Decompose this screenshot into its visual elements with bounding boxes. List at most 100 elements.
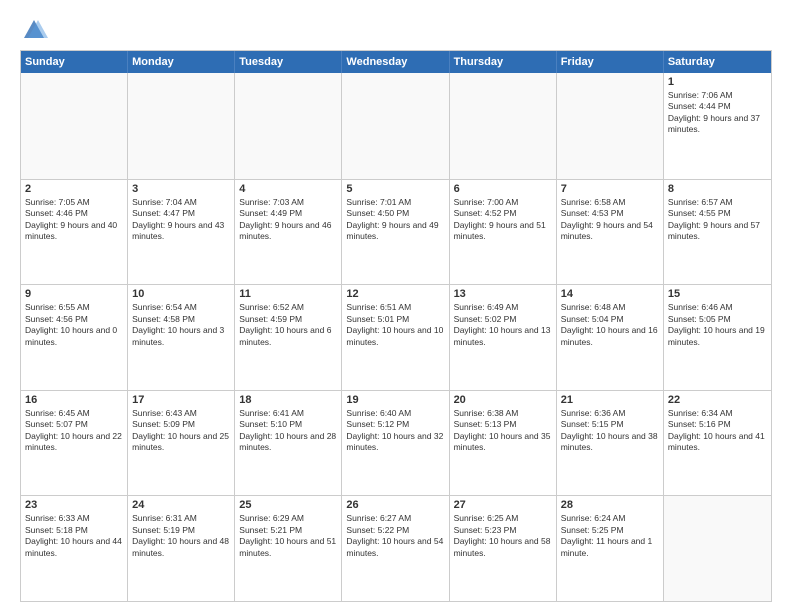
day-cell-17: 17 Sunrise: 6:43 AM Sunset: 5:09 PM Dayli… (128, 391, 235, 496)
logo (20, 16, 52, 44)
header-day-wednesday: Wednesday (342, 51, 449, 73)
day-text: Sunrise: 6:31 AM Sunset: 5:19 PM Dayligh… (132, 513, 230, 559)
header (20, 16, 772, 44)
day-text: Sunrise: 6:43 AM Sunset: 5:09 PM Dayligh… (132, 408, 230, 454)
day-number: 3 (132, 183, 230, 195)
day-cell-24: 24Sunrise: 6:31 AM Sunset: 5:19 PM Dayli… (128, 496, 235, 601)
day-number: 5 (346, 183, 444, 195)
day-number: 18 (239, 394, 337, 406)
day-cell-26: 26 Sunrise: 6:27 AM Sunset: 5:22 PM Dayli… (342, 496, 449, 601)
day-text: Sunrise: 6:29 AM Sunset: 5:21 PM Dayligh… (239, 513, 337, 559)
day-text: Sunrise: 6:55 AM Sunset: 4:56 PM Dayligh… (25, 302, 123, 348)
week-row-3: 16 Sunrise: 6:45 AM Sunset: 5:07 PM Dayli… (21, 390, 771, 496)
day-number: 17 (132, 394, 230, 406)
header-day-sunday: Sunday (21, 51, 128, 73)
calendar-body: 1 Sunrise: 7:06 AM Sunset: 4:44 PM Daylig… (21, 73, 771, 601)
day-number: 16 (25, 394, 123, 406)
day-text: Sunrise: 6:48 AM Sunset: 5:04 PM Dayligh… (561, 302, 659, 348)
day-cell-25: 25 Sunrise: 6:29 AM Sunset: 5:21 PM Dayli… (235, 496, 342, 601)
day-text: Sunrise: 6:57 AM Sunset: 4:55 PM Dayligh… (668, 197, 767, 243)
empty-cell-0-4 (450, 73, 557, 179)
day-text: Sunrise: 6:52 AM Sunset: 4:59 PM Dayligh… (239, 302, 337, 348)
header-day-monday: Monday (128, 51, 235, 73)
day-cell-2: 2Sunrise: 7:05 AM Sunset: 4:46 PM Daylig… (21, 180, 128, 285)
day-text: Sunrise: 6:49 AM Sunset: 5:02 PM Dayligh… (454, 302, 552, 348)
day-cell-22: 22 Sunrise: 6:34 AM Sunset: 5:16 PM Dayli… (664, 391, 771, 496)
day-text: Sunrise: 7:06 AM Sunset: 4:44 PM Dayligh… (668, 90, 767, 136)
day-cell-13: 13 Sunrise: 6:49 AM Sunset: 5:02 PM Dayli… (450, 285, 557, 390)
day-number: 19 (346, 394, 444, 406)
day-number: 7 (561, 183, 659, 195)
day-text: Sunrise: 6:38 AM Sunset: 5:13 PM Dayligh… (454, 408, 552, 454)
header-day-tuesday: Tuesday (235, 51, 342, 73)
calendar-header: SundayMondayTuesdayWednesdayThursdayFrid… (21, 51, 771, 73)
day-cell-8: 8 Sunrise: 6:57 AM Sunset: 4:55 PM Daylig… (664, 180, 771, 285)
day-text: Sunrise: 6:54 AM Sunset: 4:58 PM Dayligh… (132, 302, 230, 348)
day-cell-11: 11 Sunrise: 6:52 AM Sunset: 4:59 PM Dayli… (235, 285, 342, 390)
day-cell-19: 19 Sunrise: 6:40 AM Sunset: 5:12 PM Dayli… (342, 391, 449, 496)
day-cell-14: 14 Sunrise: 6:48 AM Sunset: 5:04 PM Dayli… (557, 285, 664, 390)
header-day-thursday: Thursday (450, 51, 557, 73)
day-text: Sunrise: 7:00 AM Sunset: 4:52 PM Dayligh… (454, 197, 552, 243)
empty-cell-0-3 (342, 73, 449, 179)
empty-cell-0-2 (235, 73, 342, 179)
day-text: Sunrise: 6:51 AM Sunset: 5:01 PM Dayligh… (346, 302, 444, 348)
day-text: Sunrise: 6:41 AM Sunset: 5:10 PM Dayligh… (239, 408, 337, 454)
day-text: Sunrise: 6:24 AM Sunset: 5:25 PM Dayligh… (561, 513, 659, 559)
day-cell-6: 6 Sunrise: 7:00 AM Sunset: 4:52 PM Daylig… (450, 180, 557, 285)
day-number: 11 (239, 288, 337, 300)
day-cell-28: 28 Sunrise: 6:24 AM Sunset: 5:25 PM Dayli… (557, 496, 664, 601)
day-number: 21 (561, 394, 659, 406)
day-number: 25 (239, 499, 337, 511)
header-day-saturday: Saturday (664, 51, 771, 73)
day-number: 12 (346, 288, 444, 300)
logo-icon (20, 16, 48, 44)
day-number: 26 (346, 499, 444, 511)
day-number: 20 (454, 394, 552, 406)
day-text: Sunrise: 7:04 AM Sunset: 4:47 PM Dayligh… (132, 197, 230, 243)
day-number: 27 (454, 499, 552, 511)
week-row-1: 2Sunrise: 7:05 AM Sunset: 4:46 PM Daylig… (21, 179, 771, 285)
day-number: 6 (454, 183, 552, 195)
empty-cell-0-0 (21, 73, 128, 179)
day-cell-27: 27 Sunrise: 6:25 AM Sunset: 5:23 PM Dayli… (450, 496, 557, 601)
day-cell-18: 18 Sunrise: 6:41 AM Sunset: 5:10 PM Dayli… (235, 391, 342, 496)
day-cell-5: 5 Sunrise: 7:01 AM Sunset: 4:50 PM Daylig… (342, 180, 449, 285)
day-text: Sunrise: 6:36 AM Sunset: 5:15 PM Dayligh… (561, 408, 659, 454)
empty-cell-0-1 (128, 73, 235, 179)
day-cell-16: 16 Sunrise: 6:45 AM Sunset: 5:07 PM Dayli… (21, 391, 128, 496)
day-text: Sunrise: 7:01 AM Sunset: 4:50 PM Dayligh… (346, 197, 444, 243)
day-cell-23: 23 Sunrise: 6:33 AM Sunset: 5:18 PM Dayli… (21, 496, 128, 601)
day-number: 15 (668, 288, 767, 300)
day-number: 8 (668, 183, 767, 195)
empty-cell-0-5 (557, 73, 664, 179)
day-number: 10 (132, 288, 230, 300)
page: SundayMondayTuesdayWednesdayThursdayFrid… (0, 0, 792, 612)
day-number: 14 (561, 288, 659, 300)
day-text: Sunrise: 7:03 AM Sunset: 4:49 PM Dayligh… (239, 197, 337, 243)
day-cell-20: 20 Sunrise: 6:38 AM Sunset: 5:13 PM Dayli… (450, 391, 557, 496)
week-row-2: 9Sunrise: 6:55 AM Sunset: 4:56 PM Daylig… (21, 284, 771, 390)
day-text: Sunrise: 7:05 AM Sunset: 4:46 PM Dayligh… (25, 197, 123, 243)
day-number: 23 (25, 499, 123, 511)
day-text: Sunrise: 6:25 AM Sunset: 5:23 PM Dayligh… (454, 513, 552, 559)
day-text: Sunrise: 6:33 AM Sunset: 5:18 PM Dayligh… (25, 513, 123, 559)
day-cell-1: 1 Sunrise: 7:06 AM Sunset: 4:44 PM Daylig… (664, 73, 771, 179)
day-number: 22 (668, 394, 767, 406)
day-cell-3: 3 Sunrise: 7:04 AM Sunset: 4:47 PM Daylig… (128, 180, 235, 285)
day-cell-15: 15 Sunrise: 6:46 AM Sunset: 5:05 PM Dayli… (664, 285, 771, 390)
day-text: Sunrise: 6:45 AM Sunset: 5:07 PM Dayligh… (25, 408, 123, 454)
week-row-4: 23 Sunrise: 6:33 AM Sunset: 5:18 PM Dayli… (21, 495, 771, 601)
day-text: Sunrise: 6:27 AM Sunset: 5:22 PM Dayligh… (346, 513, 444, 559)
day-number: 1 (668, 76, 767, 88)
day-text: Sunrise: 6:40 AM Sunset: 5:12 PM Dayligh… (346, 408, 444, 454)
day-cell-4: 4 Sunrise: 7:03 AM Sunset: 4:49 PM Daylig… (235, 180, 342, 285)
day-number: 13 (454, 288, 552, 300)
day-cell-10: 10 Sunrise: 6:54 AM Sunset: 4:58 PM Dayli… (128, 285, 235, 390)
header-day-friday: Friday (557, 51, 664, 73)
day-number: 28 (561, 499, 659, 511)
day-text: Sunrise: 6:46 AM Sunset: 5:05 PM Dayligh… (668, 302, 767, 348)
day-cell-12: 12 Sunrise: 6:51 AM Sunset: 5:01 PM Dayli… (342, 285, 449, 390)
day-text: Sunrise: 6:34 AM Sunset: 5:16 PM Dayligh… (668, 408, 767, 454)
day-number: 4 (239, 183, 337, 195)
